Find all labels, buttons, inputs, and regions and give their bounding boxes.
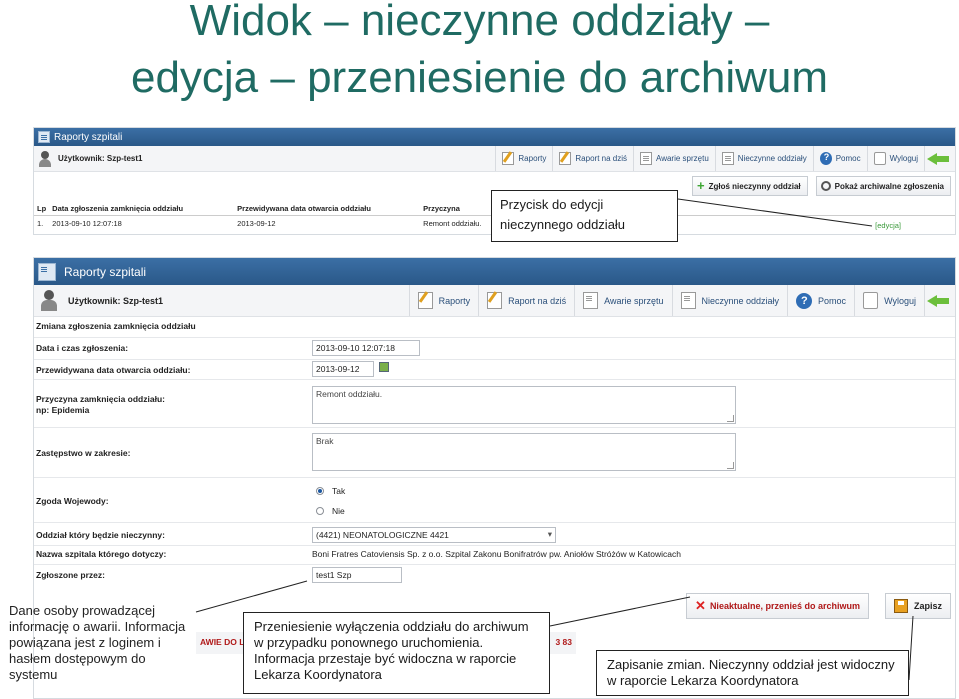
callout-save-info: Zapisanie zmian. Nieczynny oddział jest … <box>596 650 909 696</box>
footer-fragment-right: 3 83 <box>555 637 572 647</box>
report-date-field[interactable]: 2013-09-10 12:07:18 <box>312 340 420 356</box>
table-cell: 2013-09-12 <box>237 219 276 228</box>
document-icon <box>680 292 696 309</box>
nav-item-wyloguj[interactable]: Wyloguj <box>854 285 924 316</box>
document-icon <box>640 152 652 165</box>
pencil-icon <box>559 152 572 165</box>
hospital-name: Boni Fratres Catoviensis Sp. z o.o. Szpi… <box>312 549 681 559</box>
consent-no-option[interactable]: Nie <box>316 506 345 516</box>
reason-textarea[interactable]: Remont oddziału. <box>312 386 736 424</box>
plus-icon: + <box>697 178 705 193</box>
back-button[interactable] <box>924 146 955 171</box>
nav-item-awarie-sprzetu[interactable]: Awarie sprzętu <box>574 285 671 316</box>
callout-edit-button: Przycisk do edycji nieczynnego oddziału <box>491 190 678 242</box>
divider <box>34 379 955 380</box>
pencil-icon <box>487 292 503 309</box>
nav-item-raport-na-dzis[interactable]: Raport na dziś <box>478 285 574 316</box>
edit-link[interactable]: [edycja] <box>875 221 901 230</box>
slide-title-line2: edycja – przeniesienie do archiwum <box>130 53 829 102</box>
lock-icon <box>863 292 879 309</box>
app-logo-icon <box>38 131 50 143</box>
substitute-textarea[interactable]: Brak <box>312 433 736 471</box>
nav-item-nieczynne-oddzialy[interactable]: Nieczynne oddziały <box>714 146 813 171</box>
radio-unselected[interactable] <box>316 507 324 515</box>
help-icon <box>796 292 813 309</box>
department-label: Oddział który będzie nieczynny: <box>36 530 165 540</box>
user-area: Użytkownik: Szp-test1 <box>34 289 409 312</box>
app-title: Raporty szpitali <box>54 131 123 143</box>
user-area: Użytkownik: Szp-test1 <box>34 150 495 167</box>
user-label: Użytkownik: Szp-test1 <box>58 154 143 163</box>
document-icon <box>721 152 734 165</box>
show-archive-button[interactable]: Pokaż archiwalne zgłoszenia <box>815 176 951 196</box>
column-header: Data zgłoszenia zamknięcia oddziału <box>49 202 235 216</box>
reason-label: Przyczyna zamknięcia oddziału: <box>36 394 165 404</box>
report-closed-department-button[interactable]: + Zgłoś nieczynny oddział <box>692 176 808 196</box>
substitute-label: Zastępstwo w zakresie: <box>36 448 131 458</box>
back-button[interactable] <box>924 285 955 316</box>
radio-selected[interactable] <box>316 487 324 495</box>
app-title: Raporty szpitali <box>64 264 147 279</box>
calendar-icon[interactable] <box>379 362 389 372</box>
search-icon <box>820 181 831 191</box>
pencil-icon <box>502 152 515 165</box>
divider <box>34 427 955 428</box>
divider <box>34 337 955 338</box>
close-icon: ✕ <box>695 598 706 613</box>
nav-bar: Użytkownik: Szp-test1 Raporty Raport na … <box>34 146 955 172</box>
document-icon <box>583 292 599 309</box>
nav-item-raporty[interactable]: Raporty <box>408 285 479 316</box>
nav-item-nieczynne-oddzialy[interactable]: Nieczynne oddziały <box>671 285 788 316</box>
pencil-icon <box>417 292 433 309</box>
divider <box>34 545 955 546</box>
help-icon <box>819 152 832 165</box>
lock-icon <box>873 152 886 165</box>
report-date-label: Data i czas zgłoszenia: <box>36 343 129 353</box>
form-actions: ✕ Nieaktualne, przenieś do archiwum Zapis… <box>686 593 951 619</box>
table-cell: 1. <box>37 219 44 228</box>
reason-hint: np: Epidemia <box>36 405 90 415</box>
column-header: Przewidywana data otwarcia oddziału <box>234 202 421 216</box>
department-select[interactable]: (4421) NEONATOLOGICZNE 4421 <box>312 527 556 543</box>
form-title: Zmiana zgłoszenia zamknięcia oddziału <box>36 321 196 331</box>
nav-item-wyloguj[interactable]: Wyloguj <box>866 146 924 171</box>
save-icon <box>893 599 908 613</box>
nav-item-pomoc[interactable]: Pomoc <box>787 285 854 316</box>
back-arrow-icon <box>927 294 949 307</box>
user-label: Użytkownik: Szp-test1 <box>68 295 164 306</box>
callout-user-info: Dane osoby prowadzącej informację o awar… <box>9 603 186 682</box>
nav-item-pomoc[interactable]: Pomoc <box>812 146 867 171</box>
divider <box>34 522 955 523</box>
nav-item-awarie-sprzetu[interactable]: Awarie sprzętu <box>633 146 715 171</box>
divider <box>34 477 955 478</box>
reporter-field: test1 Szp <box>312 567 402 583</box>
slide-title-line1: Widok – nieczynne oddziały – <box>189 0 770 45</box>
divider <box>34 359 955 360</box>
column-header: Lp <box>34 202 50 216</box>
hospital-label: Nazwa szpitala którego dotyczy: <box>36 549 167 559</box>
back-arrow-icon <box>927 152 949 165</box>
nav-item-raport-na-dzis[interactable]: Raport na dziś <box>552 146 633 171</box>
app-header: Raporty szpitali <box>34 258 955 285</box>
user-icon <box>40 289 58 312</box>
divider <box>34 564 955 565</box>
nav-bar: Użytkownik: Szp-test1 Raporty Raport na … <box>34 285 955 317</box>
user-icon <box>38 150 52 167</box>
consent-yes-option[interactable]: Tak <box>316 486 345 496</box>
open-date-field[interactable]: 2013-09-12 <box>312 361 374 377</box>
table-cell: 2013-09-10 12:07:18 <box>52 219 122 228</box>
nav-item-raporty[interactable]: Raporty <box>495 146 552 171</box>
save-button[interactable]: Zapisz <box>884 593 951 619</box>
callout-archive-info: Przeniesienie wyłączenia oddziału do arc… <box>243 612 550 694</box>
consent-label: Zgoda Wojewody: <box>36 496 109 506</box>
reporter-label: Zgłoszone przez: <box>36 570 105 580</box>
app-header: Raporty szpitali <box>34 128 955 146</box>
app-logo-icon <box>38 262 56 281</box>
open-date-label: Przewidywana data otwarcia oddziału: <box>36 365 191 375</box>
archive-button[interactable]: ✕ Nieaktualne, przenieś do archiwum <box>686 593 869 619</box>
